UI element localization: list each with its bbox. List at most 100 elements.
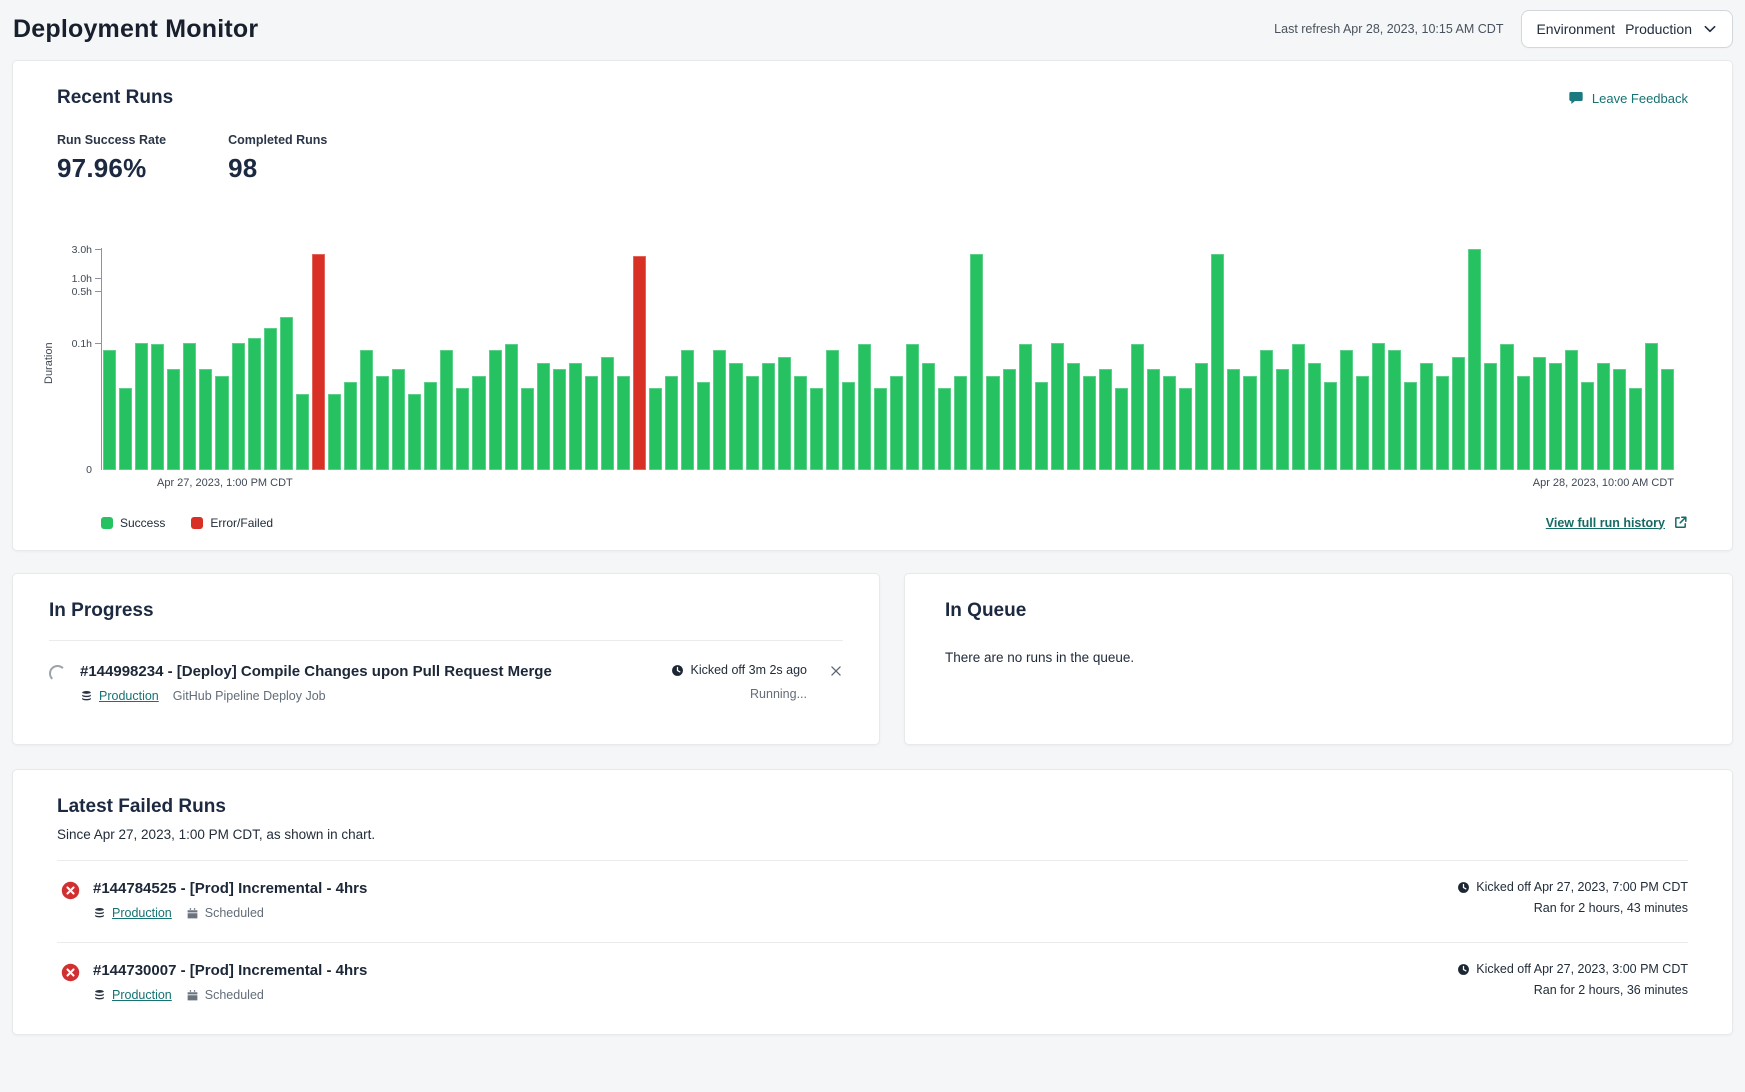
run-bar-success[interactable] [1452, 357, 1465, 470]
run-bar-success[interactable] [505, 344, 518, 470]
run-bar-success[interactable] [617, 376, 630, 471]
run-bar-success[interactable] [1035, 382, 1048, 470]
run-bar-success[interactable] [167, 369, 180, 470]
run-bar-success[interactable] [151, 344, 164, 470]
run-bar-success[interactable] [858, 344, 871, 470]
leave-feedback-button[interactable]: Leave Feedback [1568, 90, 1688, 106]
run-bar-success[interactable] [954, 376, 967, 471]
run-bar-success[interactable] [826, 350, 839, 470]
run-bar-success[interactable] [360, 350, 373, 470]
run-bar-success[interactable] [1083, 376, 1096, 471]
run-name[interactable]: #144998234 - [Deploy] Compile Changes up… [80, 663, 655, 680]
run-bar-success[interactable] [729, 363, 742, 470]
run-bar-success[interactable] [199, 369, 212, 470]
run-bar-success[interactable] [1243, 376, 1256, 471]
run-bar-success[interactable] [1372, 343, 1385, 470]
run-bar-success[interactable] [1597, 363, 1610, 470]
run-bar-success[interactable] [1500, 344, 1513, 470]
run-bar-success[interactable] [1115, 388, 1128, 470]
environment-link[interactable]: Production [112, 906, 172, 920]
view-full-run-history-link[interactable]: View full run history [1546, 515, 1688, 530]
close-icon[interactable] [829, 663, 843, 703]
run-bar-success[interactable] [762, 363, 775, 470]
run-bar-success[interactable] [264, 328, 277, 470]
run-bar-success[interactable] [1292, 344, 1305, 470]
run-bar-success[interactable] [569, 363, 582, 470]
run-bar-success[interactable] [1645, 343, 1658, 470]
run-bar-success[interactable] [1276, 369, 1289, 470]
run-bar-success[interactable] [135, 343, 148, 470]
environment-link[interactable]: Production [99, 689, 159, 703]
run-bar-failed[interactable] [633, 256, 646, 470]
run-bar-success[interactable] [713, 350, 726, 470]
run-bar-success[interactable] [1051, 343, 1064, 470]
run-bar-success[interactable] [1629, 388, 1642, 470]
run-bar-success[interactable] [1661, 369, 1674, 470]
run-bar-success[interactable] [938, 388, 951, 470]
run-bar-success[interactable] [408, 394, 421, 470]
run-bar-success[interactable] [521, 388, 534, 470]
environment-link[interactable]: Production [112, 988, 172, 1002]
run-bar-success[interactable] [874, 388, 887, 470]
run-bar-success[interactable] [1147, 369, 1160, 470]
run-bar-success[interactable] [280, 317, 293, 470]
environment-dropdown[interactable]: Environment Production [1521, 10, 1733, 48]
run-bar-success[interactable] [1581, 382, 1594, 470]
run-bar-success[interactable] [328, 394, 341, 470]
run-bar-success[interactable] [1211, 254, 1224, 470]
run-bar-success[interactable] [1340, 350, 1353, 470]
run-bar-success[interactable] [601, 357, 614, 470]
run-bar-success[interactable] [1179, 388, 1192, 470]
run-bar-success[interactable] [1484, 363, 1497, 470]
run-bar-success[interactable] [489, 350, 502, 470]
run-bar-success[interactable] [906, 344, 919, 470]
run-bar-success[interactable] [665, 376, 678, 471]
run-bar-success[interactable] [456, 388, 469, 470]
run-bar-success[interactable] [1356, 376, 1369, 471]
run-bar-success[interactable] [1549, 363, 1562, 470]
run-bar-success[interactable] [970, 254, 983, 470]
run-bar-success[interactable] [248, 338, 261, 471]
run-bar-success[interactable] [424, 382, 437, 470]
run-bar-success[interactable] [1613, 369, 1626, 470]
run-bar-success[interactable] [1388, 350, 1401, 470]
run-bar-success[interactable] [1517, 376, 1530, 471]
run-bar-failed[interactable] [312, 254, 325, 470]
run-bar-success[interactable] [986, 376, 999, 471]
run-bar-success[interactable] [585, 376, 598, 471]
run-bar-success[interactable] [794, 376, 807, 471]
run-bar-success[interactable] [296, 394, 309, 470]
run-bar-success[interactable] [922, 363, 935, 470]
run-bar-success[interactable] [1099, 369, 1112, 470]
run-bar-success[interactable] [1003, 369, 1016, 470]
run-bar-success[interactable] [1404, 382, 1417, 470]
run-bar-success[interactable] [119, 388, 132, 470]
run-bar-success[interactable] [810, 388, 823, 470]
run-bar-success[interactable] [1436, 376, 1449, 471]
run-bar-success[interactable] [1227, 369, 1240, 470]
run-bar-success[interactable] [103, 350, 116, 470]
run-bar-success[interactable] [778, 357, 791, 470]
run-bar-success[interactable] [1308, 363, 1321, 470]
run-bar-success[interactable] [842, 382, 855, 470]
run-bar-success[interactable] [649, 388, 662, 470]
run-bar-success[interactable] [215, 376, 228, 471]
run-bar-success[interactable] [1260, 350, 1273, 470]
run-bar-success[interactable] [392, 369, 405, 470]
run-bar-success[interactable] [1019, 344, 1032, 470]
run-name[interactable]: #144784525 - [Prod] Incremental - 4hrs [93, 880, 1441, 897]
run-bar-success[interactable] [890, 376, 903, 471]
run-bar-success[interactable] [1565, 350, 1578, 470]
run-bar-success[interactable] [1468, 249, 1481, 470]
run-bar-success[interactable] [697, 382, 710, 470]
run-bar-success[interactable] [746, 376, 759, 471]
run-bar-success[interactable] [1163, 376, 1176, 471]
run-name[interactable]: #144730007 - [Prod] Incremental - 4hrs [93, 962, 1441, 979]
run-bar-success[interactable] [681, 350, 694, 470]
run-bar-success[interactable] [376, 376, 389, 471]
run-bar-success[interactable] [183, 343, 196, 470]
run-bar-success[interactable] [1195, 363, 1208, 470]
run-bar-success[interactable] [472, 376, 485, 471]
run-bar-success[interactable] [1131, 344, 1144, 470]
run-bar-success[interactable] [232, 343, 245, 470]
